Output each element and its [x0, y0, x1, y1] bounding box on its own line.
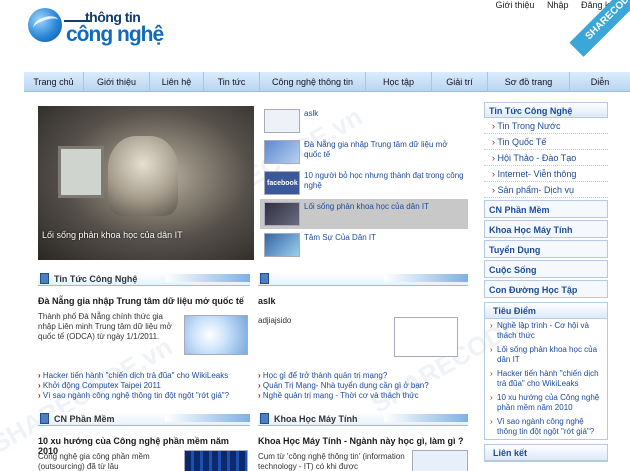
focus-link[interactable]: Vì sao ngành công nghệ thông tin đột ngộ…	[485, 415, 607, 439]
aslk-links: Học gì để trở thành quản trị mạng? Quản …	[258, 371, 468, 401]
sidebar-category[interactable]: CN Phần Mềm	[484, 200, 608, 218]
news-summary: Thành phố Đà Nẵng chính thức gia nhập Li…	[38, 312, 172, 341]
question-mark-thumbnail	[264, 233, 300, 257]
news-link[interactable]: Quản Trị Mạng- Nhà tuyển dụng cần gì ở b…	[258, 381, 468, 391]
news-link[interactable]: Học gì để trở thành quản trị mạng?	[258, 371, 468, 381]
featured-image[interactable]: Lối sống phản khoa học của dân IT	[38, 106, 254, 260]
nav-item-about[interactable]: Giới thiệu	[84, 72, 150, 92]
sidebar-category[interactable]: Con Đường Học Tập	[484, 280, 608, 298]
nav-item-sitemap[interactable]: Sơ đồ trang	[488, 72, 570, 92]
focus-link[interactable]: 10 xu hướng của Công nghệ phần mềm năm 2…	[485, 391, 607, 415]
right-sidebar: Tin Tức Công Nghệ Tin Trong Nước Tin Quố…	[484, 102, 608, 462]
news-link[interactable]: Khởi động Computex Taipei 2011	[38, 381, 254, 391]
featured-list-item[interactable]: Đà Nẵng gia nhập Trung tâm dữ liệu mở qu…	[260, 137, 468, 167]
sidebar-category[interactable]: Tuyển Dụng	[484, 240, 608, 258]
nav-item-study[interactable]: Học tập	[366, 72, 432, 92]
box-header-news: Tin Tức Công Nghệ	[38, 272, 250, 286]
focus-head: Tiêu Điểm	[485, 303, 607, 319]
nav-item-entertainment[interactable]: Giải trí	[432, 72, 488, 92]
featured-list-item[interactable]: aslk	[260, 106, 468, 136]
globe-icon	[28, 8, 62, 42]
site-header: thông tin công nghệ Giới thiệu Nhập Đăng…	[0, 0, 630, 72]
links-box: Liên kết	[484, 444, 608, 462]
header-bar	[165, 274, 250, 282]
network-image[interactable]	[184, 315, 248, 355]
focus-link[interactable]: Hacker tiến hành "chiến dịch trả đũa" ch…	[485, 367, 607, 391]
featured-list: aslk Đà Nẵng gia nhập Trung tâm dữ liệu …	[260, 106, 468, 261]
sidebar-category[interactable]: Khoa Học Máy Tính	[484, 220, 608, 238]
sidebar-item[interactable]: Internet- Viễn thông	[484, 166, 608, 182]
sidebar-category[interactable]: Cuộc Sống	[484, 260, 608, 278]
featured-list-title: aslk	[304, 109, 319, 118]
news-links: Hacker tiến hành "chiến dịch trả đũa" ch…	[38, 371, 254, 401]
sidebar-item[interactable]: Sản phẩm- Dịch vụ	[484, 182, 608, 198]
focus-box: Tiêu Điểm Nghề lập trình - Cơ hội và thá…	[484, 302, 608, 440]
section-icon	[260, 273, 269, 284]
broken-image-icon[interactable]	[394, 317, 458, 357]
question-image[interactable]	[412, 450, 468, 471]
header-bar	[165, 414, 250, 422]
news-link[interactable]: Vì sao ngành công nghệ thông tin đột ngộ…	[38, 391, 254, 401]
top-link-login[interactable]: Nhập	[547, 0, 569, 10]
featured-list-title: Tâm Sự Của Dân IT	[304, 233, 377, 242]
links-head: Liên kết	[485, 445, 607, 461]
news-summary: Cụm từ 'công nghệ thông tin' (informatio…	[258, 452, 405, 471]
box-title[interactable]: Tin Tức Công Nghệ	[54, 274, 137, 284]
thumbnail	[264, 202, 300, 226]
nav-item-home[interactable]: Trang chủ	[24, 72, 84, 92]
sidebar-head[interactable]: Tin Tức Công Nghệ	[484, 102, 608, 118]
featured-list-item[interactable]: facebook 10 người bỏ học nhưng thành đạt…	[260, 168, 468, 198]
sidebar-item[interactable]: Tin Trong Nước	[484, 118, 608, 134]
news-headline[interactable]: Đà Nẵng gia nhập Trung tâm dữ liệu mở qu…	[38, 296, 250, 306]
figure-shape	[108, 136, 178, 216]
sidebar-item[interactable]: Tin Quốc Tế	[484, 134, 608, 150]
site-logo[interactable]: thông tin công nghệ	[28, 6, 178, 62]
news-summary: Công nghệ gia công phần mềm (outsourcing…	[38, 452, 150, 471]
featured-caption[interactable]: Lối sống phản khoa học của dân IT	[42, 230, 183, 240]
nav-item-contact[interactable]: Liên hệ	[150, 72, 204, 92]
facebook-thumbnail: facebook	[264, 171, 300, 195]
monitor-shape	[58, 146, 104, 198]
main-nav: Trang chủ Giới thiệu Liên hệ Tin tức Côn…	[24, 72, 630, 92]
news-link[interactable]: Hacker tiến hành "chiến dịch trả đũa" ch…	[38, 371, 254, 381]
featured-list-title: Đà Nẵng gia nhập Trung tâm dữ liệu mở qu…	[304, 140, 448, 159]
top-link-about[interactable]: Giới thiệu	[496, 0, 535, 10]
featured-list-item-active[interactable]: Lối sống phản khoa học của dân IT	[260, 199, 468, 229]
section-icon	[40, 413, 49, 424]
news-summary: adjiajsido	[258, 316, 292, 325]
thumbnail	[264, 140, 300, 164]
featured-list-item[interactable]: Tâm Sự Của Dân IT	[260, 230, 468, 260]
nav-item-forum[interactable]: Diễn	[570, 72, 630, 92]
focus-link[interactable]: Nghề lập trình - Cơ hội và thách thức	[485, 319, 607, 343]
broken-image-icon	[264, 109, 300, 133]
nav-item-news[interactable]: Tin tức	[204, 72, 260, 92]
header-bar	[384, 414, 468, 422]
featured-list-title: Lối sống phản khoa học của dân IT	[304, 202, 429, 211]
header-bar	[384, 274, 468, 282]
box-title[interactable]: Khoa Học Máy Tính	[274, 414, 358, 424]
news-link[interactable]: Nghề quản trị mạng - Thời cơ và thách th…	[258, 391, 468, 401]
logo-main-text: công nghệ	[66, 23, 164, 46]
nav-item-it[interactable]: Công nghệ thông tin	[260, 72, 366, 92]
featured-list-title: 10 người bỏ học nhưng thành đạt trong cô…	[304, 171, 464, 190]
box-header-cs: Khoa Học Máy Tính	[258, 412, 468, 426]
focus-link[interactable]: Lối sống phản khoa học của dân IT	[485, 343, 607, 367]
section-icon	[260, 413, 269, 424]
section-icon	[40, 273, 49, 284]
binary-image[interactable]	[184, 450, 248, 471]
news-headline[interactable]: aslk	[258, 296, 276, 306]
box-header-software: CN Phần Mềm	[38, 412, 250, 426]
top-links: Giới thiệu Nhập Đăng ký	[486, 0, 615, 10]
news-headline[interactable]: Khoa Học Máy Tính - Ngành này học gì, là…	[258, 436, 468, 446]
box-title[interactable]: CN Phần Mềm	[54, 414, 115, 424]
box-header-aslk	[258, 272, 468, 286]
sidebar-item[interactable]: Hội Thảo - Đào Tạo	[484, 150, 608, 166]
